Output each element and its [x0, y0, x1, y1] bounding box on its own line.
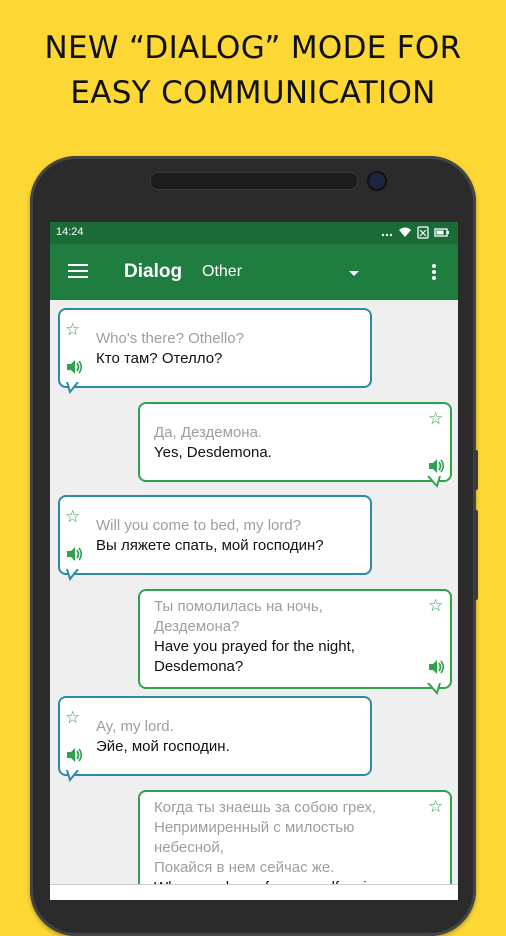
- message-source: Who's there? Othello?: [96, 330, 244, 347]
- message-source-line: Непримиренный с милостью: [154, 819, 355, 836]
- phone-side-button: [474, 450, 478, 490]
- battery-icon: [434, 225, 450, 242]
- phone-speaker: [150, 172, 358, 190]
- message-source-line: Покайся в нем сейчас же.: [154, 859, 335, 876]
- message-translation: Вы ляжете спать, мой господин?: [96, 537, 324, 554]
- message-translation: Yes, Desdemona.: [154, 444, 272, 461]
- dots-icon: [381, 225, 393, 242]
- language-selector[interactable]: Other: [202, 263, 242, 281]
- dropdown-caret-icon[interactable]: [349, 271, 359, 276]
- speaker-icon[interactable]: [66, 359, 84, 375]
- star-icon[interactable]: ☆: [428, 597, 446, 615]
- bubble-tail: [66, 770, 79, 782]
- message-translation: Эйе, мой господин.: [96, 738, 230, 755]
- star-icon[interactable]: ☆: [65, 508, 83, 526]
- promo-headline: NEW “DIALOG” MODE FOR EASY COMMUNICATION: [0, 26, 506, 116]
- page-title: Dialog: [124, 261, 183, 282]
- wifi-icon: [398, 225, 412, 242]
- message-source: Ay, my lord.: [96, 718, 174, 735]
- speaker-icon[interactable]: [66, 546, 84, 562]
- message-bubble-left[interactable]: ☆ Ay, my lord. Эйе, мой господин.: [58, 696, 372, 776]
- speaker-icon[interactable]: [428, 458, 446, 474]
- message-bubble-right[interactable]: ☆ Да, Дездемона. Yes, Desdemona.: [138, 402, 452, 482]
- message-source-line: Ты помолилась на ночь,: [154, 598, 323, 615]
- message-translation-line: Desdemona?: [154, 658, 244, 675]
- phone-volume-button: [474, 510, 478, 600]
- promo-line-2: EASY COMMUNICATION: [70, 75, 436, 111]
- bubble-tail: [427, 476, 441, 488]
- more-vert-icon[interactable]: [432, 264, 436, 282]
- message-source-line: небесной,: [154, 839, 224, 856]
- bubble-tail: [427, 683, 441, 695]
- message-translation-line: Have you prayed for the night,: [154, 638, 355, 655]
- no-sim-icon: [417, 225, 429, 242]
- message-bubble-left[interactable]: ☆ Will you come to bed, my lord? Вы ляже…: [58, 495, 372, 575]
- star-icon[interactable]: ☆: [428, 410, 446, 428]
- message-source: Да, Дездемона.: [154, 424, 263, 441]
- message-bubble-left[interactable]: ☆ Who's there? Othello? Кто там? Отелло?: [58, 308, 372, 388]
- app-bar: Dialog Other: [50, 244, 458, 300]
- message-source-line: Когда ты знаешь за собою грех,: [154, 799, 377, 816]
- speaker-icon[interactable]: [428, 659, 446, 675]
- app-screen: 14:24 Dialog Other ☆ Who's there? Othell…: [50, 222, 458, 900]
- promo-line-1: NEW “DIALOG” MODE FOR: [44, 30, 462, 66]
- message-source: Will you come to bed, my lord?: [96, 517, 302, 534]
- bubble-tail: [66, 382, 79, 394]
- bubble-tail: [66, 569, 79, 581]
- status-bar: 14:24: [50, 222, 458, 244]
- speaker-icon[interactable]: [66, 747, 84, 763]
- message-source-line: Дездемона?: [154, 618, 240, 635]
- phone-camera: [367, 171, 387, 191]
- star-icon[interactable]: ☆: [65, 321, 83, 339]
- message-bubble-right[interactable]: ☆ Ты помолилась на ночь, Дездемона? Have…: [138, 589, 452, 689]
- message-translation: Кто там? Отелло?: [96, 350, 223, 367]
- status-time: 14:24: [56, 226, 84, 238]
- bottom-edge: [50, 884, 458, 900]
- star-icon[interactable]: ☆: [65, 709, 83, 727]
- menu-icon[interactable]: [68, 264, 88, 278]
- star-icon[interactable]: ☆: [428, 798, 446, 816]
